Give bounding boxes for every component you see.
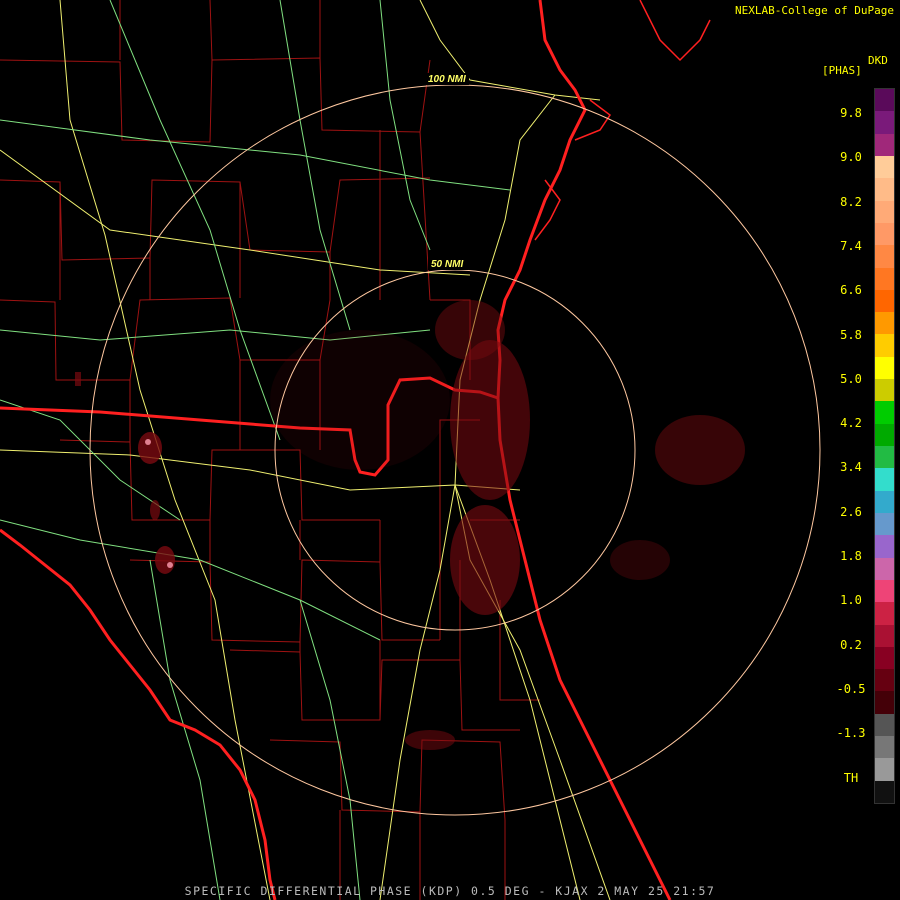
legend-swatch <box>875 736 894 759</box>
legend-swatch <box>875 89 894 112</box>
legend-swatch <box>875 780 894 803</box>
legend-swatch <box>875 535 894 558</box>
legend-swatch <box>875 646 894 670</box>
legend-swatch <box>875 401 894 424</box>
legend-label: 9.8 <box>840 106 862 120</box>
legend-swatch <box>875 669 894 692</box>
legend-swatch <box>875 758 894 781</box>
range-ring-label-100: 100 NMI <box>428 74 466 85</box>
legend-swatch <box>875 512 894 536</box>
legend-label: 8.2 <box>840 194 862 209</box>
legend-product: DKD <box>868 54 888 67</box>
legend-label: 9.0 <box>840 150 862 165</box>
legend-swatch <box>875 490 894 513</box>
legend-label: 3.4 <box>840 460 862 475</box>
legend-swatch <box>875 423 894 446</box>
legend-swatch <box>875 312 894 335</box>
legend-label: 5.8 <box>840 327 862 342</box>
legend-label: 1.0 <box>840 593 862 608</box>
range-ring-label-50: 50 NMI <box>431 259 463 270</box>
product-caption: SPECIFIC DIFFERENTIAL PHASE (KDP) 0.5 DE… <box>184 884 716 898</box>
legend-units: [PHAS] <box>822 64 862 77</box>
legend-swatch <box>875 334 894 357</box>
legend-swatch <box>875 624 894 647</box>
legend-swatch <box>875 267 894 290</box>
legend-swatch <box>875 133 894 156</box>
legend-label: -1.3 <box>836 726 866 741</box>
legend-swatch <box>875 579 894 603</box>
legend-swatch <box>875 713 894 737</box>
legend-label: 2.6 <box>840 504 862 519</box>
radar-map: 100 NMI 50 NMI <box>0 0 900 900</box>
legend-label: 7.4 <box>840 238 862 253</box>
legend-swatch <box>875 111 894 134</box>
credit-text: NEXLAB-College of DuPage <box>735 4 894 17</box>
legend-swatch <box>875 289 894 313</box>
legend-label: 0.2 <box>840 637 862 652</box>
legend-label: TH <box>843 770 859 785</box>
legend-swatch <box>875 200 894 223</box>
legend-swatch <box>875 468 894 491</box>
legend-swatch <box>875 446 894 469</box>
legend-label: 1.8 <box>840 549 862 563</box>
legend-swatch <box>875 602 894 625</box>
legend-swatch <box>875 356 894 380</box>
legend-swatch <box>875 178 894 201</box>
legend-swatch <box>875 155 894 179</box>
legend-label: -0.5 <box>836 681 866 696</box>
legend-label: 5.0 <box>840 371 862 386</box>
legend-label: 4.2 <box>840 416 862 431</box>
color-scale-bar <box>874 88 895 804</box>
legend-swatch <box>875 379 894 402</box>
legend-label: 6.6 <box>840 283 862 298</box>
legend-swatch <box>875 245 894 268</box>
legend-swatch <box>875 222 894 246</box>
legend-swatch <box>875 557 894 580</box>
legend-swatch <box>875 691 894 714</box>
